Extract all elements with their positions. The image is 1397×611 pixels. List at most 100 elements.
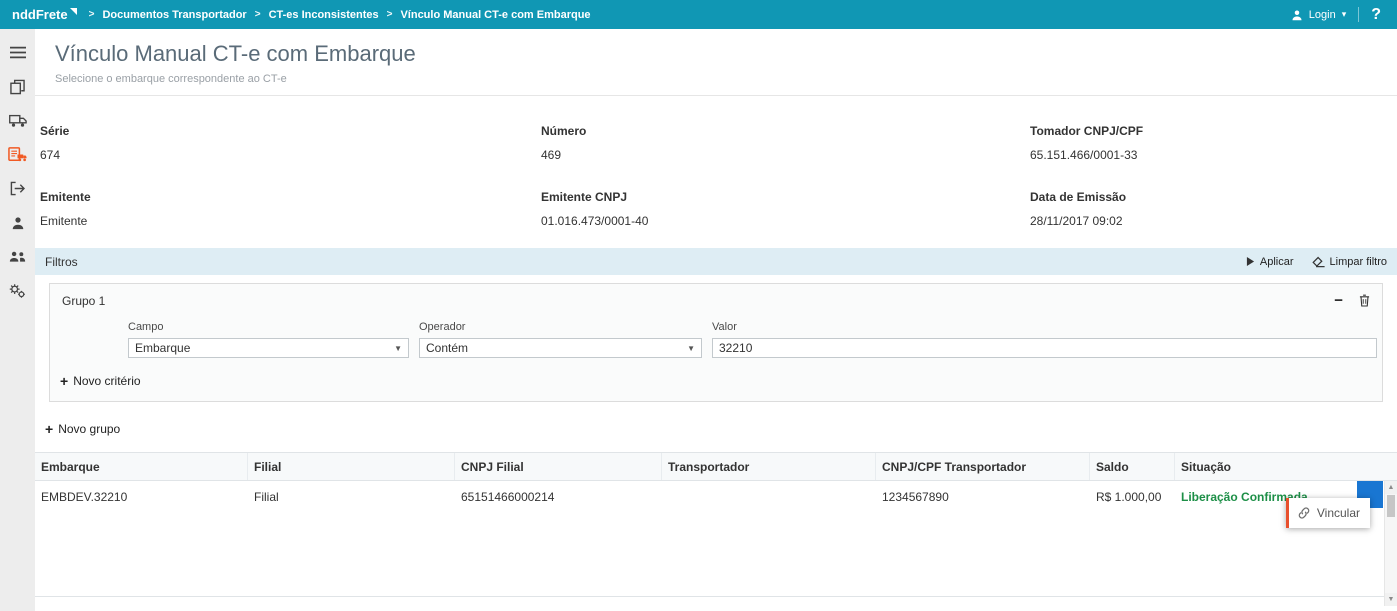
cte-details: Série 674 Número 469 Tomador CNPJ/CPF 65… xyxy=(40,124,1397,228)
user-icon xyxy=(1291,9,1303,21)
vincular-menu-item[interactable]: Vincular xyxy=(1286,498,1370,528)
chevron-right-icon: > xyxy=(89,9,95,20)
trash-icon xyxy=(1359,294,1370,307)
valor-input[interactable] xyxy=(712,338,1377,358)
cte-documents-icon[interactable] xyxy=(6,145,30,164)
criteria-campo: Campo Embarque ▼ xyxy=(128,321,409,358)
filters-bar: Filtros Aplicar Limpar filtro xyxy=(35,248,1397,275)
plus-icon: + xyxy=(60,374,68,388)
breadcrumb-item-current[interactable]: Vínculo Manual CT-e com Embarque xyxy=(400,9,590,21)
left-sidebar xyxy=(0,29,35,611)
cell-cnpj-filial: 65151466000214 xyxy=(455,490,662,504)
campo-select[interactable]: Embarque ▼ xyxy=(128,338,409,358)
apply-filter-button[interactable]: Aplicar xyxy=(1246,256,1294,268)
table-body: EMBDEV.32210 Filial 65151466000214 12345… xyxy=(35,481,1397,597)
eraser-icon xyxy=(1312,256,1325,268)
column-header-cnpj-cpf-transportador[interactable]: CNPJ/CPF Transportador xyxy=(876,453,1090,480)
filter-group-header: Grupo 1 − xyxy=(50,284,1382,317)
operador-label: Operador xyxy=(419,321,702,333)
filter-actions: Aplicar Limpar filtro xyxy=(1246,256,1387,268)
chevron-down-icon: ▼ xyxy=(687,344,695,353)
cell-saldo: R$ 1.000,00 xyxy=(1090,490,1175,504)
vertical-scrollbar[interactable]: ▲ ▼ xyxy=(1384,481,1397,606)
field-data-emissao: Data de Emissão 28/11/2017 09:02 xyxy=(1030,190,1397,228)
field-value: 469 xyxy=(541,148,1030,162)
menu-icon[interactable] xyxy=(6,43,30,62)
shipments-table: Embarque Filial CNPJ Filial Transportado… xyxy=(35,452,1397,597)
divider xyxy=(1358,7,1359,22)
field-label: Data de Emissão xyxy=(1030,190,1397,204)
link-icon xyxy=(1297,506,1311,520)
export-icon[interactable] xyxy=(6,179,30,198)
field-value: Emitente xyxy=(40,214,541,228)
field-label: Número xyxy=(541,124,1030,138)
plus-icon: + xyxy=(45,422,53,436)
scroll-down-icon[interactable]: ▼ xyxy=(1385,593,1397,606)
vincular-label: Vincular xyxy=(1317,506,1360,520)
clear-filter-button[interactable]: Limpar filtro xyxy=(1312,256,1387,268)
collapse-group-button[interactable]: − xyxy=(1334,293,1343,308)
delete-group-button[interactable] xyxy=(1359,294,1370,307)
breadcrumb: > Documentos Transportador > CT-es Incon… xyxy=(89,9,591,21)
campo-selected-value: Embarque xyxy=(135,341,190,355)
brand-logo[interactable]: nddFrete xyxy=(12,7,77,22)
column-header-transportador[interactable]: Transportador xyxy=(662,453,876,480)
table-row[interactable]: EMBDEV.32210 Filial 65151466000214 12345… xyxy=(35,481,1397,512)
criteria-row: Campo Embarque ▼ Operador Contém ▼ Valor xyxy=(50,317,1382,358)
filter-group-title: Grupo 1 xyxy=(62,294,105,308)
new-group-button[interactable]: + Novo grupo xyxy=(45,422,1397,436)
field-emitente: Emitente Emitente xyxy=(40,190,541,228)
field-tomador-cnpj-cpf: Tomador CNPJ/CPF 65.151.466/0001-33 xyxy=(1030,124,1397,162)
column-header-saldo[interactable]: Saldo xyxy=(1090,453,1175,480)
new-criteria-button[interactable]: + Novo critério xyxy=(60,374,1372,388)
field-serie: Série 674 xyxy=(40,124,541,162)
page-subtitle: Selecione o embarque correspondente ao C… xyxy=(55,73,1397,85)
column-header-situacao[interactable]: Situação xyxy=(1175,453,1397,480)
users-icon[interactable] xyxy=(6,247,30,266)
field-value: 28/11/2017 09:02 xyxy=(1030,214,1397,228)
table-header: Embarque Filial CNPJ Filial Transportado… xyxy=(35,452,1397,481)
scroll-up-icon[interactable]: ▲ xyxy=(1385,481,1397,494)
top-bar: nddFrete > Documentos Transportador > CT… xyxy=(0,0,1397,29)
filters-title: Filtros xyxy=(45,255,78,269)
divider xyxy=(35,95,1397,96)
user-icon[interactable] xyxy=(6,213,30,232)
login-menu[interactable]: Login ▾ xyxy=(1291,9,1346,21)
apply-filter-label: Aplicar xyxy=(1260,256,1294,268)
page-header: Vínculo Manual CT-e com Embarque Selecio… xyxy=(35,29,1397,85)
operador-select[interactable]: Contém ▼ xyxy=(419,338,702,358)
campo-label: Campo xyxy=(128,321,409,333)
column-header-embarque[interactable]: Embarque xyxy=(35,453,248,480)
help-button[interactable]: ? xyxy=(1371,6,1385,24)
clear-filter-label: Limpar filtro xyxy=(1330,256,1387,268)
new-criteria-label: Novo critério xyxy=(73,374,140,388)
chevron-right-icon: > xyxy=(387,9,393,20)
breadcrumb-item-documentos-transportador[interactable]: Documentos Transportador xyxy=(102,9,246,21)
topbar-actions: Login ▾ ? xyxy=(1291,6,1385,24)
column-header-filial[interactable]: Filial xyxy=(248,453,455,480)
field-numero: Número 469 xyxy=(541,124,1030,162)
brand-mark-icon xyxy=(70,8,77,15)
new-group-label: Novo grupo xyxy=(58,422,120,436)
field-emitente-cnpj: Emitente CNPJ 01.016.473/0001-40 xyxy=(541,190,1030,228)
cell-cnpj-cpf-transportador: 1234567890 xyxy=(876,490,1090,504)
field-label: Emitente CNPJ xyxy=(541,190,1030,204)
gears-icon[interactable] xyxy=(6,281,30,300)
chevron-down-icon: ▼ xyxy=(394,344,402,353)
criteria-valor: Valor xyxy=(712,321,1377,358)
brand-name: nddFrete xyxy=(12,7,68,22)
documents-icon[interactable] xyxy=(6,77,30,96)
operador-selected-value: Contém xyxy=(426,341,468,355)
login-label: Login xyxy=(1309,9,1336,21)
page-title: Vínculo Manual CT-e com Embarque xyxy=(55,41,1397,67)
cell-embarque: EMBDEV.32210 xyxy=(35,490,248,504)
cell-filial: Filial xyxy=(248,490,455,504)
truck-icon[interactable] xyxy=(6,111,30,130)
scrollbar-thumb[interactable] xyxy=(1387,495,1395,517)
main-content: Vínculo Manual CT-e com Embarque Selecio… xyxy=(35,29,1397,611)
column-header-cnpj-filial[interactable]: CNPJ Filial xyxy=(455,453,662,480)
play-icon xyxy=(1246,256,1255,267)
field-label: Emitente xyxy=(40,190,541,204)
breadcrumb-item-ctes-inconsistentes[interactable]: CT-es Inconsistentes xyxy=(269,9,379,21)
field-value: 01.016.473/0001-40 xyxy=(541,214,1030,228)
